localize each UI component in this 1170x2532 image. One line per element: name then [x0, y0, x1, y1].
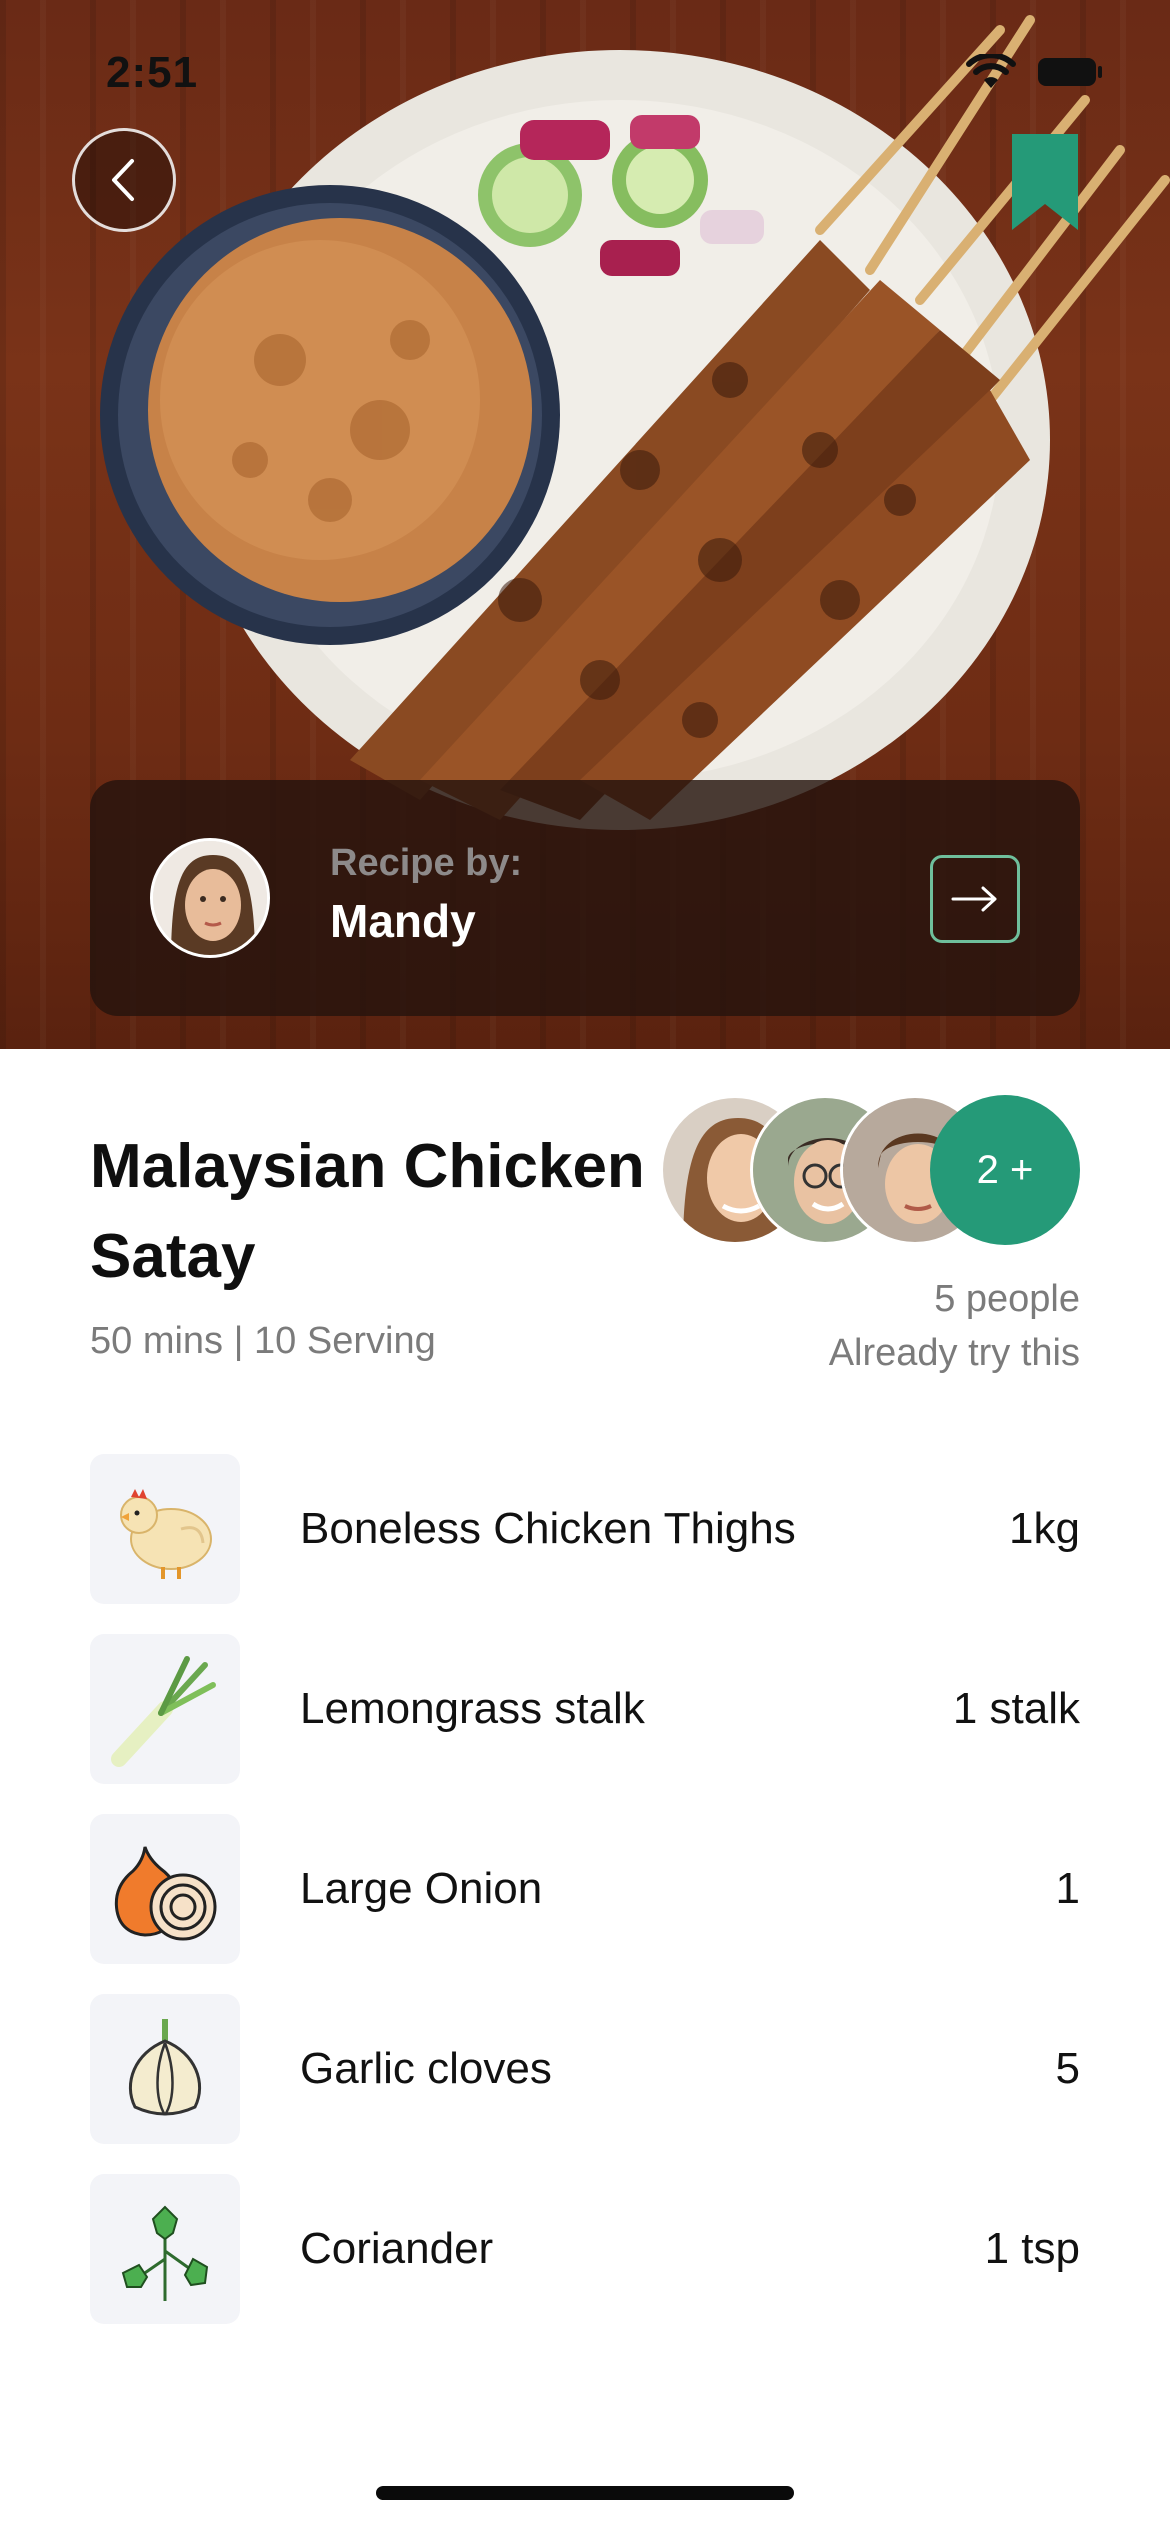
ingredient-qty: 1 stalk	[952, 1684, 1080, 1733]
chicken-icon	[90, 1454, 240, 1604]
home-indicator[interactable]	[376, 2486, 794, 2500]
arrow-right-icon	[951, 886, 997, 912]
tried-text: Already try this	[828, 1332, 1080, 1374]
ingredient-qty: 5	[1055, 2044, 1080, 2093]
status-icons	[966, 54, 1104, 90]
coriander-icon	[90, 2174, 240, 2324]
ingredient-qty: 1 tsp	[984, 2224, 1080, 2273]
lemongrass-icon	[90, 1634, 240, 1784]
author-avatar	[150, 838, 270, 958]
recipe-meta: 50 mins | 10 Serving	[90, 1320, 436, 1362]
garlic-icon	[90, 1994, 240, 2144]
wifi-icon	[966, 54, 1016, 88]
ingredient-name: Garlic cloves	[300, 2044, 552, 2093]
ingredient-name: Boneless Chicken Thighs	[300, 1504, 796, 1553]
battery-icon	[1038, 58, 1102, 86]
author-name: Mandy	[330, 895, 476, 947]
tried-count: 5 people	[934, 1278, 1080, 1320]
more-people-badge[interactable]: 2 +	[930, 1095, 1080, 1245]
ingredient-row[interactable]: Coriander 1 tsp	[90, 2174, 1080, 2354]
ingredient-name: Large Onion	[300, 1864, 543, 1913]
onion-icon	[90, 1814, 240, 1964]
ingredient-row[interactable]: Lemongrass stalk 1 stalk	[90, 1634, 1080, 1814]
status-time: 2:51	[106, 48, 199, 97]
ingredient-row[interactable]: Boneless Chicken Thighs 1kg	[90, 1454, 1080, 1634]
author-card[interactable]: Recipe by: Mandy	[90, 780, 1080, 1016]
ingredient-name: Coriander	[300, 2224, 494, 2273]
ingredient-qty: 1	[1055, 1864, 1080, 1913]
bookmark-icon[interactable]	[1012, 134, 1078, 230]
recipe-title: Malaysian Chicken Satay	[90, 1132, 645, 1291]
hero-image: 2:51 Recipe by: Mandy	[0, 0, 1170, 1049]
ingredient-name: Lemongrass stalk	[300, 1684, 645, 1733]
chevron-left-icon	[112, 159, 134, 201]
ingredient-row[interactable]: Garlic cloves 5	[90, 1994, 1080, 2174]
ingredient-row[interactable]: Large Onion 1	[90, 1814, 1080, 1994]
author-profile-button[interactable]	[930, 855, 1020, 943]
back-button[interactable]	[72, 128, 176, 232]
tried-avatars[interactable]: 2 +	[660, 1095, 1080, 1245]
ingredients-list: Boneless Chicken Thighs 1kg Lemongrass s…	[90, 1454, 1080, 2354]
ingredient-qty: 1kg	[1009, 1504, 1080, 1553]
author-caption: Recipe by:	[330, 842, 523, 884]
